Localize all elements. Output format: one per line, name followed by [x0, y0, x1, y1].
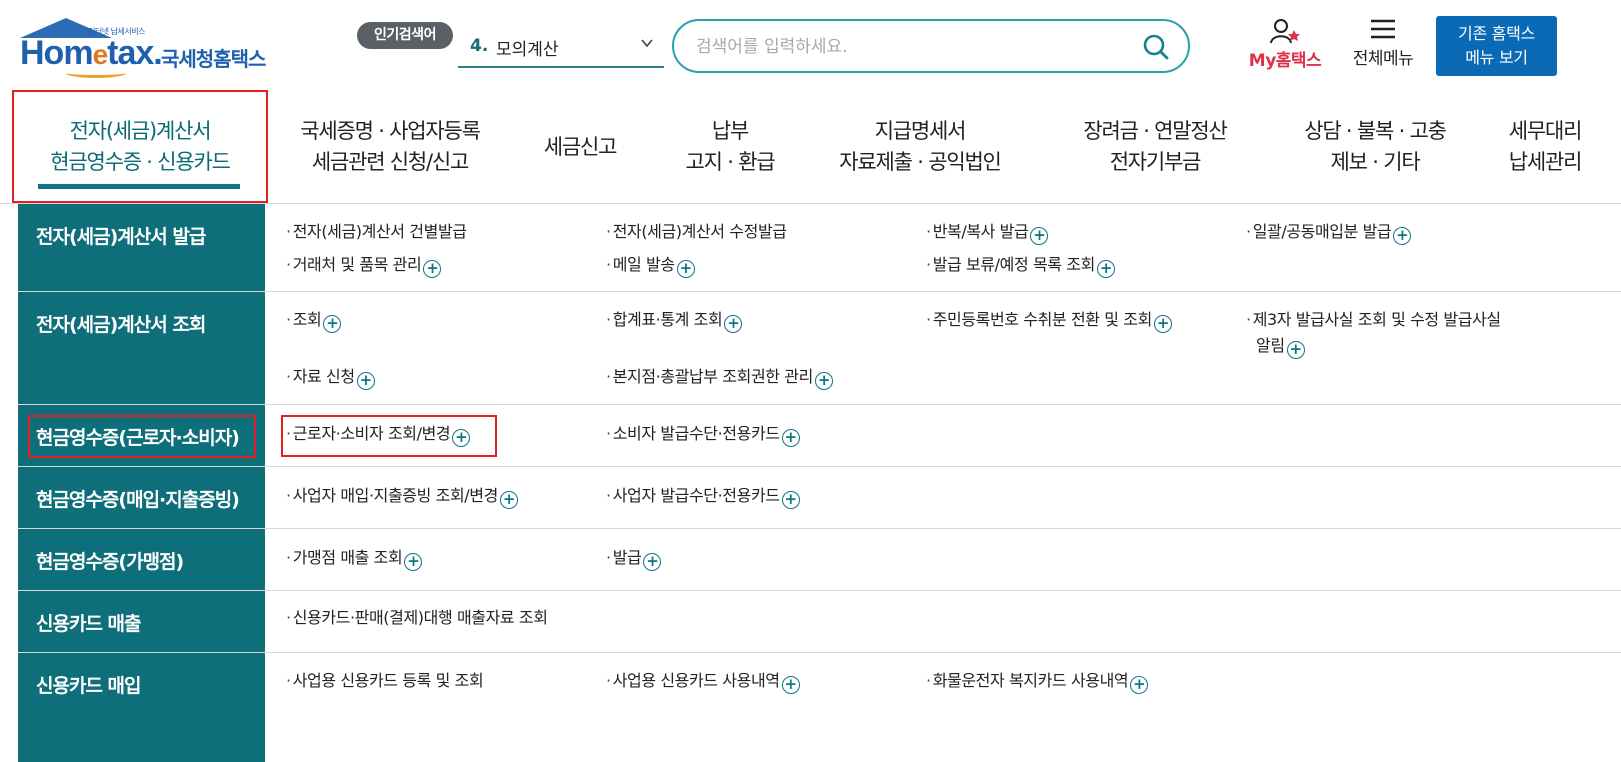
main-navigation: 전자(세금)계산서 현금영수증 · 신용카드 국세증명 · 사업자등록 세금관련… — [0, 90, 1621, 204]
hamburger-menu-icon — [1371, 19, 1395, 39]
submenu-row-e-invoice-issue: 전자(세금)계산서 발급 · 전자(세금)계산서 건별발급 · 전자(세금)계산서 … — [18, 204, 1621, 292]
expand-plus-icon[interactable]: + — [1286, 341, 1305, 359]
popular-search-rank: 4. — [470, 36, 489, 56]
expand-plus-icon[interactable]: + — [781, 676, 800, 694]
popular-search-badge: 인기검색어 — [357, 22, 453, 49]
submenu-link[interactable]: · 화물운전자 복지카드 사용내역 + — [926, 668, 1149, 694]
my-hometax-button[interactable]: My홈택스 — [1240, 18, 1330, 74]
popular-search-term: 모의계산 — [496, 40, 559, 60]
hometax-logo[interactable]: 인터넷 납세서비스 Hometax. 국세청홈택스 — [18, 18, 288, 80]
my-hometax-label: My홈택스 — [1248, 51, 1322, 71]
logo-korean-name: 국세청홈택스 — [161, 47, 266, 71]
submenu-link[interactable]: · 제3자 발급사실 조회 및 수정 발급사실 — [1246, 307, 1501, 333]
search-box — [672, 19, 1190, 73]
submenu-link[interactable]: · 합계표·통계 조회 + — [606, 307, 743, 333]
nav-tab-certificate-registration[interactable]: 국세증명 · 사업자등록 세금관련 신청/신고 — [280, 90, 500, 204]
expand-plus-icon[interactable]: + — [1030, 227, 1049, 245]
all-menu-label: 전체메뉴 — [1352, 49, 1414, 69]
submenu-category[interactable]: 신용카드 매입 — [18, 653, 265, 715]
expand-plus-icon[interactable]: + — [499, 491, 518, 509]
expand-plus-icon[interactable]: + — [1393, 227, 1412, 245]
expand-plus-icon[interactable]: + — [1153, 315, 1172, 333]
nav-tab-payment-statement[interactable]: 지급명세서 자료제출 · 공익법인 — [820, 90, 1020, 204]
submenu-link[interactable]: · 가맹점 매출 조회 + — [286, 545, 423, 571]
active-nav-underline — [38, 184, 240, 189]
expand-plus-icon[interactable]: + — [814, 372, 833, 390]
submenu-link[interactable]: · 거래처 및 품목 관리 + — [286, 252, 442, 278]
submenu-category[interactable]: 신용카드 매출 — [18, 591, 265, 653]
nav-tab-payment-refund[interactable]: 납부 고지 · 환급 — [660, 90, 800, 204]
logo-swoosh-icon — [66, 68, 126, 78]
submenu-link[interactable]: · 반복/복사 발급 + — [926, 219, 1049, 245]
nav-tab-consult-appeal[interactable]: 상담 · 불복 · 고충 제보 · 기타 — [1280, 90, 1470, 204]
expand-plus-icon[interactable]: + — [404, 553, 423, 571]
all-menu-button[interactable]: 전체메뉴 — [1343, 18, 1423, 74]
submenu-link[interactable]: · 전자(세금)계산서 건별발급 — [286, 219, 467, 245]
submenu-category[interactable]: 현금영수증(가맹점) — [18, 529, 265, 591]
submenu-link[interactable]: · 일괄/공동매입분 발급 + — [1246, 219, 1412, 245]
submenu-row-credit-card-purchase: 신용카드 매입 · 사업용 신용카드 등록 및 조회 · 사업용 신용카드 사용내역… — [18, 653, 1621, 715]
submenu-link[interactable]: · 메일 발송 + — [606, 252, 695, 278]
chevron-down-icon[interactable] — [640, 36, 654, 50]
submenu-category[interactable]: 전자(세금)계산서 조회 — [18, 292, 265, 405]
expand-plus-icon[interactable]: + — [724, 315, 743, 333]
submenu-category-column-tail — [18, 715, 265, 762]
submenu-link[interactable]: · 사업자 발급수단·전용카드 + — [606, 483, 800, 509]
submenu-row-e-invoice-inquiry: 전자(세금)계산서 조회 · 조회 + · 합계표·통계 조회 + · 주민등록번호 수취… — [18, 292, 1621, 405]
expand-plus-icon[interactable]: + — [323, 315, 342, 333]
expand-plus-icon[interactable]: + — [781, 491, 800, 509]
nav-tab-tax-agent[interactable]: 세무대리 납세관리 — [1490, 90, 1600, 204]
submenu-row-cash-receipt-business: 현금영수증(매입·지출증빙) · 사업자 매입·지출증빙 조회/변경 + · 사업자 … — [18, 467, 1621, 529]
submenu-link[interactable]: · 소비자 발급수단·전용카드 + — [606, 421, 800, 447]
submenu-link[interactable]: · 발급 보류/예정 목록 조회 + — [926, 252, 1115, 278]
expand-plus-icon[interactable]: + — [676, 260, 695, 278]
submenu-link[interactable]: · 주민등록번호 수취분 전환 및 조회 + — [926, 307, 1172, 333]
submenu-link[interactable]: · 사업용 신용카드 사용내역 + — [606, 668, 800, 694]
user-icon — [1270, 19, 1300, 44]
nav-tab-tax-filing[interactable]: 세금신고 — [530, 90, 630, 204]
submenu-link[interactable]: · 사업자 매입·지출증빙 조회/변경 + — [286, 483, 518, 509]
expand-plus-icon[interactable]: + — [781, 429, 800, 447]
submenu-panel: 전자(세금)계산서 발급 · 전자(세금)계산서 건별발급 · 전자(세금)계산서 … — [18, 204, 1621, 762]
site-header: 인터넷 납세서비스 Hometax. 국세청홈택스 인기검색어 4. 모의계산 … — [0, 0, 1621, 90]
submenu-link[interactable]: · 본지점·총괄납부 조회권한 관리 + — [606, 364, 833, 390]
submenu-link[interactable]: · 발급 + — [606, 545, 662, 571]
submenu-row-cash-receipt-merchant: 현금영수증(가맹점) · 가맹점 매출 조회 + · 발급 + — [18, 529, 1621, 591]
expand-plus-icon[interactable]: + — [1130, 676, 1149, 694]
category-highlight-box — [28, 415, 256, 458]
nav-tab-incentive-yearend[interactable]: 장려금 · 연말정산 전자기부금 — [1060, 90, 1250, 204]
search-icon[interactable] — [1142, 33, 1170, 61]
link-highlight-box — [281, 415, 497, 457]
expand-plus-icon[interactable]: + — [423, 260, 442, 278]
submenu-category[interactable]: 현금영수증(매입·지출증빙) — [18, 467, 265, 529]
popular-search-select[interactable]: 4. 모의계산 — [458, 28, 664, 68]
submenu-link[interactable]: · 사업용 신용카드 등록 및 조회 — [286, 668, 484, 694]
submenu-row-cash-receipt-consumer: 현금영수증(근로자·소비자) · 근로자·소비자 조회/변경 + · 소비자 발급수단… — [18, 405, 1621, 467]
submenu-link[interactable]: · 조회 + — [286, 307, 342, 333]
submenu-link[interactable]: · 자료 신청 + — [286, 364, 375, 390]
submenu-link[interactable]: · 전자(세금)계산서 수정발급 — [606, 219, 787, 245]
expand-plus-icon[interactable]: + — [356, 372, 375, 390]
search-input[interactable] — [696, 33, 1116, 61]
expand-plus-icon[interactable]: + — [643, 553, 662, 571]
old-hometax-menu-button[interactable]: 기존 홈택스 메뉴 보기 — [1436, 16, 1557, 76]
expand-plus-icon[interactable]: + — [1096, 260, 1115, 278]
submenu-category[interactable]: 전자(세금)계산서 발급 — [18, 204, 265, 292]
submenu-row-credit-card-sales: 신용카드 매출 · 신용카드·판매(결제)대행 매출자료 조회 — [18, 591, 1621, 653]
submenu-link-continuation[interactable]: 알림 + — [1256, 333, 1305, 359]
submenu-link[interactable]: · 신용카드·판매(결제)대행 매출자료 조회 — [286, 605, 548, 631]
